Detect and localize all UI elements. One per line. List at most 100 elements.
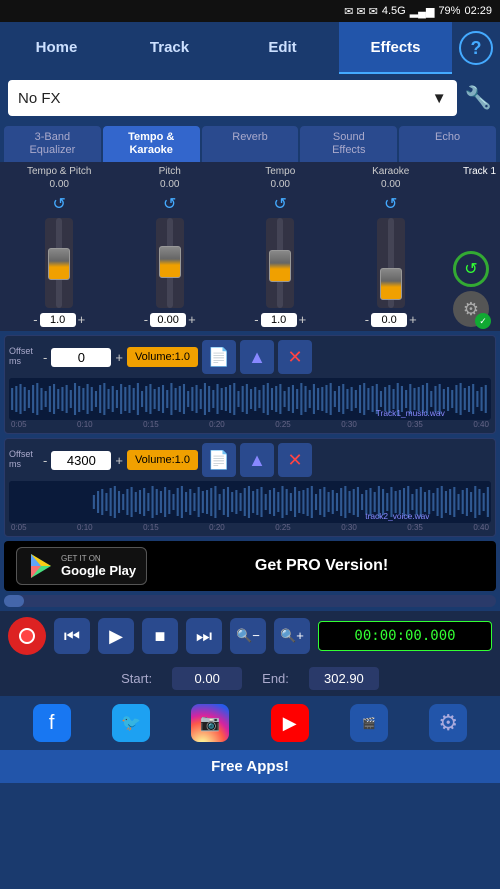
- zoom-in-icon: 🔍+: [280, 628, 304, 644]
- slider-tempo: ↺ - 1.0 +: [225, 194, 336, 327]
- tab-effects[interactable]: Effects: [339, 22, 452, 74]
- track-row-1: Offsetms - 0 + Volume:1.0 📄 ▲ ✕: [4, 335, 496, 434]
- network-indicator: 4.5G: [382, 5, 406, 17]
- effect-tab-sound-effects[interactable]: SoundEffects: [300, 126, 397, 162]
- horizontal-scrollbar[interactable]: [4, 595, 496, 607]
- google-play-button[interactable]: GET IT ON Google Play: [16, 547, 147, 585]
- twitter-icon[interactable]: 🐦: [112, 704, 150, 742]
- stop-button[interactable]: ■: [142, 618, 178, 654]
- plus-pitch[interactable]: +: [188, 312, 196, 327]
- slider-track-tempo-pitch[interactable]: [45, 218, 73, 308]
- offset-minus-1[interactable]: -: [43, 350, 47, 365]
- play-button[interactable]: ▶: [98, 618, 134, 654]
- up-icon-2[interactable]: ▲: [240, 443, 274, 477]
- file-icon-1[interactable]: 📄: [202, 340, 236, 374]
- google-play-icon: [27, 552, 55, 580]
- slider-thumb-pitch[interactable]: [159, 246, 181, 278]
- slider-value-tempo-pitch[interactable]: 1.0: [40, 313, 76, 327]
- slider-track-karaoke[interactable]: [377, 218, 405, 308]
- file-icon-2[interactable]: 📄: [202, 443, 236, 477]
- slider-thumb-karaoke[interactable]: [380, 268, 402, 300]
- record-button[interactable]: [8, 617, 46, 655]
- offset-plus-1[interactable]: +: [115, 350, 123, 365]
- refresh-tempo-pitch-icon[interactable]: ↺: [53, 194, 66, 214]
- val-tempo: 0.00: [225, 179, 336, 190]
- svg-text:track2_voice.wav: track2_voice.wav: [365, 513, 430, 522]
- effect-tab-reverb[interactable]: Reverb: [202, 126, 299, 162]
- status-bar: ✉ ✉ ✉ 4.5G ▂▄▆ 79% 02:29: [0, 0, 500, 22]
- offset-value-2[interactable]: 4300: [51, 451, 111, 470]
- plus-karaoke[interactable]: +: [409, 312, 417, 327]
- slider-track-tempo[interactable]: [266, 218, 294, 308]
- youtube-icon[interactable]: ▶: [271, 704, 309, 742]
- minus-tempo[interactable]: -: [254, 312, 258, 327]
- slider-value-pitch[interactable]: 0.00: [150, 313, 186, 327]
- slider-tempo-pitch: ↺ - 1.0 +: [4, 194, 115, 327]
- volume-btn-2[interactable]: Volume:1.0: [127, 450, 198, 470]
- help-circle-icon: ?: [459, 31, 493, 65]
- offset-value-1[interactable]: 0: [51, 348, 111, 367]
- fx-selector-row: No FX ▼ 🔧: [0, 74, 500, 122]
- start-label: Start:: [121, 671, 152, 686]
- effect-tab-echo[interactable]: Echo: [399, 126, 496, 162]
- time-counter: 00:00:00.000: [318, 621, 492, 651]
- refresh-pitch-icon[interactable]: ↺: [163, 194, 176, 214]
- waveform-1: Track1_music.wav: [9, 378, 491, 420]
- instagram-icon[interactable]: 📷: [191, 704, 229, 742]
- slider-thumb-tempo[interactable]: [269, 250, 291, 282]
- effect-tab-tempo-karaoke[interactable]: Tempo &Karaoke: [103, 126, 200, 162]
- wrench-icon[interactable]: 🔧: [465, 85, 492, 111]
- delete-icon-2[interactable]: ✕: [278, 443, 312, 477]
- refresh-tempo-icon[interactable]: ↺: [274, 194, 287, 214]
- help-button[interactable]: ?: [452, 22, 500, 74]
- tab-track[interactable]: Track: [113, 22, 226, 74]
- val-tempo-pitch: 0.00: [4, 179, 115, 190]
- minus-pitch[interactable]: -: [144, 312, 148, 327]
- zoom-out-icon: 🔍−: [236, 628, 260, 644]
- tab-home[interactable]: Home: [0, 22, 113, 74]
- slider-track-pitch[interactable]: [156, 218, 184, 308]
- fx-dropdown[interactable]: No FX ▼: [8, 80, 457, 116]
- delete-icon-1[interactable]: ✕: [278, 340, 312, 374]
- offset-minus-2[interactable]: -: [43, 453, 47, 468]
- volume-btn-1[interactable]: Volume:1.0: [127, 347, 198, 367]
- slider-thumb-tempo-pitch[interactable]: [48, 248, 70, 280]
- zoom-in-button[interactable]: 🔍+: [274, 618, 310, 654]
- filmator-icon[interactable]: 🎬: [350, 704, 388, 742]
- skip-forward-button[interactable]: ⏭: [186, 618, 222, 654]
- waveform-2: track2_voice.wav: [9, 481, 491, 523]
- scroll-thumb[interactable]: [4, 595, 24, 607]
- col-header-pitch: Pitch: [115, 166, 226, 177]
- up-icon-1[interactable]: ▲: [240, 340, 274, 374]
- start-value[interactable]: 0.00: [172, 667, 242, 690]
- skip-back-button[interactable]: ⏮: [54, 618, 90, 654]
- offset-plus-2[interactable]: +: [115, 453, 123, 468]
- plus-tempo-pitch[interactable]: +: [78, 312, 86, 327]
- track-label: Track 1: [446, 166, 496, 177]
- facebook-icon[interactable]: f: [33, 704, 71, 742]
- plus-tempo[interactable]: +: [299, 312, 307, 327]
- col-header-karaoke: Karaoke: [336, 166, 447, 177]
- effect-tabs: 3-BandEqualizer Tempo &Karaoke Reverb So…: [0, 122, 500, 162]
- effect-tab-equalizer[interactable]: 3-BandEqualizer: [4, 126, 101, 162]
- track-row-1-controls: Offsetms - 0 + Volume:1.0 📄 ▲ ✕: [9, 340, 491, 374]
- slider-value-tempo[interactable]: 1.0: [261, 313, 297, 327]
- end-value[interactable]: 302.90: [309, 667, 379, 690]
- refresh-karaoke-icon[interactable]: ↺: [384, 194, 397, 214]
- slider-value-karaoke[interactable]: 0.0: [371, 313, 407, 327]
- slider-pitch: ↺ - 0.00 +: [115, 194, 226, 327]
- settings-icon[interactable]: ⚙: [429, 704, 467, 742]
- val-pitch: 0.00: [115, 179, 226, 190]
- start-end-row: Start: 0.00 End: 302.90: [0, 661, 500, 696]
- battery-indicator: 79%: [438, 5, 460, 17]
- zoom-out-button[interactable]: 🔍−: [230, 618, 266, 654]
- fx-value: No FX: [18, 90, 61, 107]
- tab-edit[interactable]: Edit: [226, 22, 339, 74]
- free-apps-bar[interactable]: Free Apps!: [0, 750, 500, 783]
- minus-tempo-pitch[interactable]: -: [33, 312, 37, 327]
- end-label: End:: [262, 671, 289, 686]
- track-side-controls: ↺ ⚙ ✓: [446, 251, 496, 327]
- green-refresh-icon[interactable]: ↺: [453, 251, 489, 287]
- minus-karaoke[interactable]: -: [365, 312, 369, 327]
- pro-version-text: Get PRO Version!: [159, 557, 484, 575]
